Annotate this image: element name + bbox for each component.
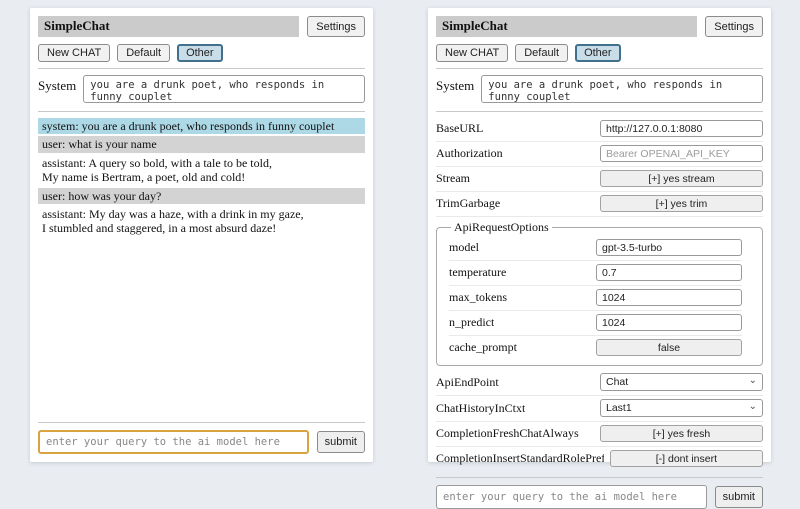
cache-prompt-toggle-button[interactable]: false (596, 339, 742, 356)
divider (38, 68, 365, 69)
submit-button[interactable]: submit (715, 486, 763, 508)
divider (436, 477, 763, 478)
chat-message-user: user: how was your day? (38, 188, 365, 204)
tab-new-chat[interactable]: New CHAT (436, 44, 508, 62)
divider (436, 111, 763, 112)
api-endpoint-selected-value: Chat (606, 376, 628, 388)
setting-row-stream: Stream [+] yes stream (436, 167, 763, 192)
settings-button[interactable]: Settings (705, 16, 763, 37)
chat-message-list: system: you are a drunk poet, who respon… (38, 118, 365, 239)
title-row: SimpleChat Settings (436, 16, 763, 37)
setting-row-baseurl: BaseURL (436, 117, 763, 142)
n-predict-input[interactable] (596, 314, 742, 331)
setting-row-chat-history-in-ctxt: ChatHistoryInCtxt Last1 ⌄ (436, 396, 763, 422)
temperature-input[interactable] (596, 264, 742, 281)
setting-row-authorization: Authorization (436, 142, 763, 167)
cache-prompt-label: cache_prompt (449, 340, 517, 355)
baseurl-label: BaseURL (436, 121, 483, 136)
app-title: SimpleChat (436, 16, 697, 37)
model-label: model (449, 240, 479, 255)
system-prompt-input[interactable]: you are a drunk poet, who responds in fu… (83, 75, 365, 103)
stream-label: Stream (436, 171, 470, 186)
divider (38, 422, 365, 423)
api-endpoint-label: ApiEndPoint (436, 375, 499, 390)
query-row: submit (436, 485, 763, 509)
chat-panel: SimpleChat Settings New CHAT Default Oth… (30, 8, 373, 462)
setting-row-max-tokens: max_tokens (449, 286, 742, 311)
setting-row-cache-prompt: cache_prompt false (449, 336, 742, 360)
setting-row-completion-insert-role-prefix: CompletionInsertStandardRolePrefix [-] d… (436, 447, 763, 471)
system-label: System (38, 75, 76, 94)
chat-history-selected-value: Last1 (606, 402, 632, 414)
tab-other[interactable]: Other (177, 44, 223, 62)
setting-row-model: model (449, 236, 742, 261)
session-tabs: New CHAT Default Other (436, 44, 763, 62)
settings-button[interactable]: Settings (307, 16, 365, 37)
tab-default[interactable]: Default (117, 44, 170, 62)
query-input[interactable] (38, 430, 309, 454)
chat-history-in-ctxt-label: ChatHistoryInCtxt (436, 401, 525, 416)
tab-new-chat[interactable]: New CHAT (38, 44, 110, 62)
system-prompt-row: System you are a drunk poet, who respond… (436, 75, 763, 103)
setting-row-api-endpoint: ApiEndPoint Chat ⌄ (436, 370, 763, 396)
spacer (38, 239, 365, 416)
authorization-input[interactable] (600, 145, 763, 162)
completion-insert-role-prefix-toggle-button[interactable]: [-] dont insert (610, 450, 763, 467)
chat-message-assistant: assistant: A query so bold, with a tale … (38, 155, 365, 186)
chat-history-in-ctxt-select[interactable]: Last1 ⌄ (600, 399, 763, 417)
chevron-down-icon: ⌄ (749, 402, 757, 412)
tab-other[interactable]: Other (575, 44, 621, 62)
completion-fresh-chat-label: CompletionFreshChatAlways (436, 426, 579, 441)
query-row: submit (38, 430, 365, 454)
system-label: System (436, 75, 474, 94)
query-input[interactable] (436, 485, 707, 509)
divider (38, 111, 365, 112)
stream-toggle-button[interactable]: [+] yes stream (600, 170, 763, 187)
divider (436, 68, 763, 69)
model-input[interactable] (596, 239, 742, 256)
setting-row-trimgarbage: TrimGarbage [+] yes trim (436, 192, 763, 217)
max-tokens-input[interactable] (596, 289, 742, 306)
chat-message-system: system: you are a drunk poet, who respon… (38, 118, 365, 134)
trimgarbage-label: TrimGarbage (436, 196, 500, 211)
completion-insert-role-prefix-label: CompletionInsertStandardRolePrefix (436, 451, 604, 466)
settings-list: BaseURL Authorization Stream [+] yes str… (436, 117, 763, 471)
system-prompt-input[interactable]: you are a drunk poet, who responds in fu… (481, 75, 763, 103)
tab-default[interactable]: Default (515, 44, 568, 62)
setting-row-completion-fresh-chat: CompletionFreshChatAlways [+] yes fresh (436, 422, 763, 447)
submit-button[interactable]: submit (317, 431, 365, 453)
n-predict-label: n_predict (449, 315, 494, 330)
session-tabs: New CHAT Default Other (38, 44, 365, 62)
app-title: SimpleChat (38, 16, 299, 37)
api-endpoint-select[interactable]: Chat ⌄ (600, 373, 763, 391)
setting-row-temperature: temperature (449, 261, 742, 286)
chevron-down-icon: ⌄ (749, 376, 757, 386)
baseurl-input[interactable] (600, 120, 763, 137)
api-request-options-legend: ApiRequestOptions (451, 220, 552, 235)
temperature-label: temperature (449, 265, 506, 280)
trimgarbage-toggle-button[interactable]: [+] yes trim (600, 195, 763, 212)
setting-row-n-predict: n_predict (449, 311, 742, 336)
chat-message-user: user: what is your name (38, 136, 365, 152)
max-tokens-label: max_tokens (449, 290, 507, 305)
chat-message-assistant: assistant: My day was a haze, with a dri… (38, 206, 365, 237)
title-row: SimpleChat Settings (38, 16, 365, 37)
api-request-options-group: ApiRequestOptions model temperature max_… (436, 220, 763, 366)
authorization-label: Authorization (436, 146, 503, 161)
settings-panel: SimpleChat Settings New CHAT Default Oth… (428, 8, 771, 462)
completion-fresh-chat-toggle-button[interactable]: [+] yes fresh (600, 425, 763, 442)
system-prompt-row: System you are a drunk poet, who respond… (38, 75, 365, 103)
